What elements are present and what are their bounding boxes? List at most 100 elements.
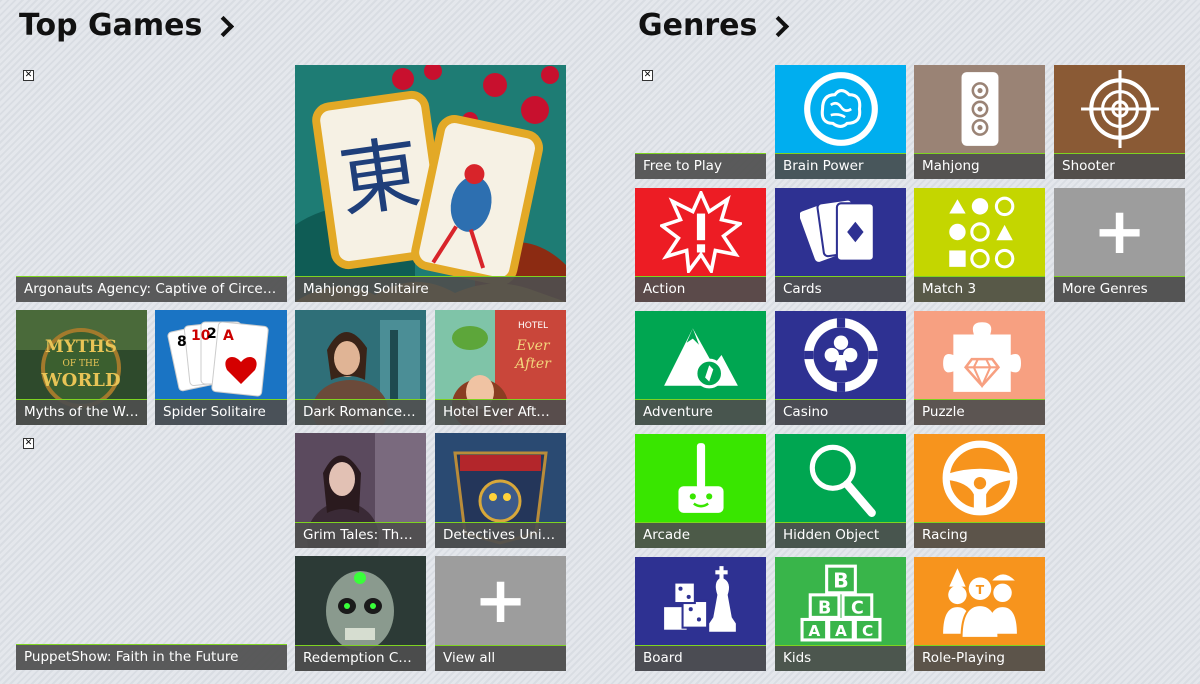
- genre-label: Brain Power: [775, 153, 906, 179]
- top-games-title: Top Games: [19, 8, 203, 43]
- characters-icon: T: [942, 568, 1017, 639]
- genre-tile-board[interactable]: Board: [635, 557, 766, 671]
- game-tile-argonauts-agency[interactable]: ✕ Argonauts Agency: Captive of Circe C..…: [16, 65, 287, 302]
- game-tile-redemption-cemetery[interactable]: Redemption Ce...: [295, 556, 426, 671]
- svg-text:MYTHS: MYTHS: [45, 337, 117, 357]
- genre-tile-hidden-object[interactable]: Hidden Object: [775, 434, 906, 548]
- top-games-header[interactable]: Top Games: [19, 8, 235, 43]
- svg-text:B: B: [833, 569, 849, 593]
- plus-icon: +: [1092, 195, 1147, 269]
- genre-label: Cards: [775, 276, 906, 302]
- genres-title: Genres: [638, 8, 758, 43]
- genre-label: More Genres: [1054, 276, 1185, 302]
- genre-tile-brain-power[interactable]: Brain Power: [775, 65, 906, 179]
- genre-tile-shooter[interactable]: Shooter: [1054, 65, 1185, 179]
- game-tile-label: Spider Solitaire: [155, 399, 287, 425]
- genre-label: Racing: [914, 522, 1045, 548]
- genre-label: Shooter: [1054, 153, 1185, 179]
- casino-chip-icon: [803, 318, 878, 392]
- genre-tile-mahjong[interactable]: Mahjong: [914, 65, 1045, 179]
- genre-tile-kids[interactable]: B B C A A C Kids: [775, 557, 906, 671]
- svg-text:B: B: [817, 598, 830, 618]
- genre-label: Match 3: [914, 276, 1045, 302]
- svg-text:C: C: [862, 622, 873, 640]
- game-tile-label: Myths of the Wo...: [16, 399, 147, 425]
- game-tile-label: Argonauts Agency: Captive of Circe C...: [16, 276, 287, 302]
- crosshair-icon: [1080, 70, 1159, 148]
- genre-label: Board: [635, 645, 766, 671]
- plus-icon: +: [473, 563, 528, 638]
- genre-tile-puzzle[interactable]: Puzzle: [914, 311, 1045, 425]
- mahjong-art: 東: [295, 65, 566, 302]
- genre-tile-more-genres[interactable]: + More Genres: [1054, 188, 1185, 302]
- genre-label: Mahjong: [914, 153, 1045, 179]
- svg-text:東: 東: [334, 126, 426, 229]
- svg-text:Ever: Ever: [515, 338, 550, 354]
- view-all-label: View all: [435, 645, 566, 671]
- genre-tile-action[interactable]: Action: [635, 188, 766, 302]
- magnifier-icon: [809, 444, 876, 517]
- game-tile-detectives-united[interactable]: Detectives Unite...: [435, 433, 566, 548]
- game-tile-grim-tales[interactable]: Grim Tales: The...: [295, 433, 426, 548]
- explosion-icon: [659, 191, 742, 273]
- game-tile-label: Redemption Ce...: [295, 645, 426, 671]
- game-tile-label: Mahjongg Solitaire: [295, 276, 566, 302]
- genre-tile-racing[interactable]: Racing: [914, 434, 1045, 548]
- mountain-compass-icon: [663, 328, 738, 389]
- chevron-right-icon: [768, 15, 790, 38]
- genre-label: Hidden Object: [775, 522, 906, 548]
- genre-label: Action: [635, 276, 766, 302]
- svg-text:WORLD: WORLD: [40, 370, 120, 391]
- svg-text:A: A: [835, 622, 847, 640]
- view-all-tile[interactable]: + View all: [435, 556, 566, 671]
- genre-tile-arcade[interactable]: Arcade: [635, 434, 766, 548]
- dice-chess-icon: [663, 566, 736, 632]
- game-tile-label: Grim Tales: The...: [295, 522, 426, 548]
- genre-label: Arcade: [635, 522, 766, 548]
- genre-tile-role-playing[interactable]: T Role-Playing: [914, 557, 1045, 671]
- steering-wheel-icon: [942, 440, 1017, 516]
- game-tile-label: Hotel Ever After:...: [435, 399, 566, 425]
- game-tile-mahjongg-solitaire[interactable]: 東 Mahjongg Solitaire: [295, 65, 566, 302]
- genre-tile-match-3[interactable]: Match 3: [914, 188, 1045, 302]
- genre-label: Role-Playing: [914, 645, 1045, 671]
- mahjong-tile-icon: [961, 72, 998, 146]
- genre-tile-casino[interactable]: Casino: [775, 311, 906, 425]
- broken-image-icon: ✕: [23, 70, 34, 81]
- svg-text:OF THE: OF THE: [63, 359, 100, 369]
- genre-tile-cards[interactable]: Cards: [775, 188, 906, 302]
- genre-label: Casino: [775, 399, 906, 425]
- genre-tile-free-to-play[interactable]: ✕ Free to Play: [635, 65, 766, 179]
- genre-tile-adventure[interactable]: Adventure: [635, 311, 766, 425]
- genre-label: Adventure: [635, 399, 766, 425]
- svg-text:T: T: [975, 583, 984, 597]
- svg-text:After: After: [513, 356, 552, 372]
- svg-text:A: A: [223, 328, 234, 344]
- genre-label: Puzzle: [914, 399, 1045, 425]
- broken-image-icon: ✕: [642, 70, 653, 81]
- broken-image-icon: ✕: [23, 438, 34, 449]
- shapes-icon: [948, 196, 1014, 269]
- genre-label: Free to Play: [635, 153, 766, 179]
- genres-header[interactable]: Genres: [638, 8, 790, 43]
- chevron-right-icon: [213, 15, 235, 38]
- brain-icon: [803, 72, 878, 146]
- genre-label: Kids: [775, 645, 906, 671]
- joystick-icon: [677, 443, 724, 513]
- svg-text:8: 8: [177, 334, 187, 350]
- game-tile-label: Dark Romance:...: [295, 399, 426, 425]
- abc-blocks-icon: B B C A A C: [800, 564, 881, 642]
- svg-text:A: A: [808, 622, 820, 640]
- game-tile-hotel-ever-after[interactable]: Ever After HOTEL Hotel Ever After:...: [435, 310, 566, 425]
- game-tile-label: Detectives Unite...: [435, 522, 566, 548]
- svg-text:C: C: [851, 598, 864, 618]
- game-tile-dark-romance[interactable]: Dark Romance:...: [295, 310, 426, 425]
- game-tile-myths-of-the-world[interactable]: MYTHS OF THE WORLD Myths of the Wo...: [16, 310, 147, 425]
- game-tile-label: PuppetShow: Faith in the Future: [16, 644, 287, 670]
- game-tile-spider-solitaire[interactable]: 8 10 2 A Spider Solitaire: [155, 310, 287, 425]
- svg-text:HOTEL: HOTEL: [518, 321, 548, 331]
- svg-text:2: 2: [207, 326, 217, 342]
- game-tile-puppetshow[interactable]: ✕ PuppetShow: Faith in the Future: [16, 433, 287, 670]
- puzzle-piece-icon: [942, 322, 1021, 392]
- cards-icon: [799, 198, 875, 262]
